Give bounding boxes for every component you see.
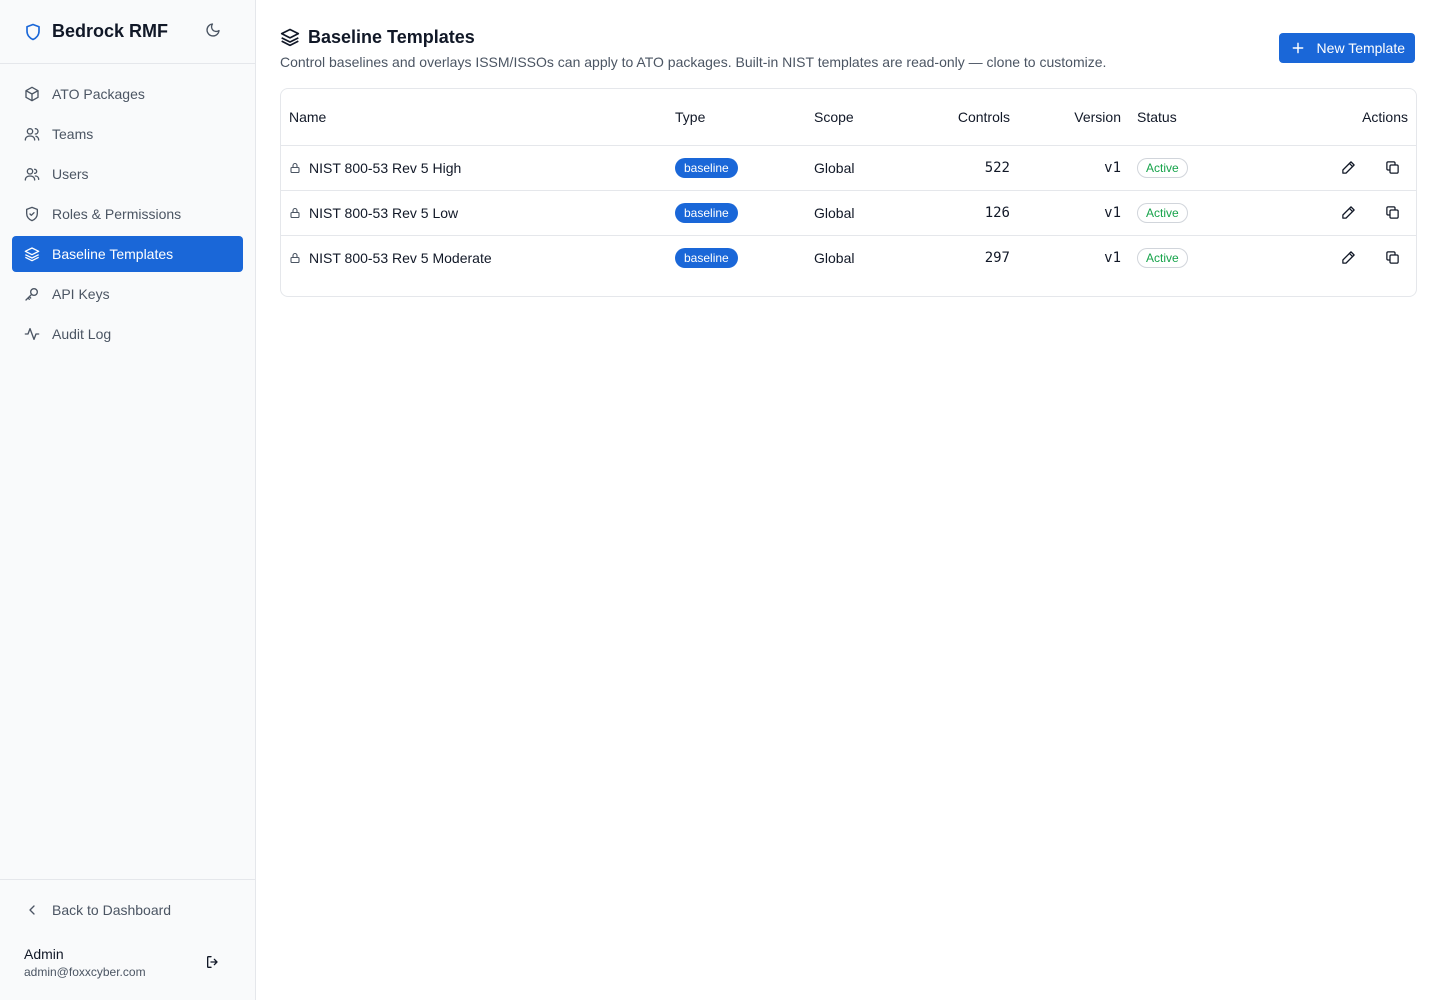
- sidebar-item-users[interactable]: Users: [12, 156, 243, 192]
- back-to-dashboard-label: Back to Dashboard: [52, 902, 172, 918]
- scope-cell: Global: [814, 249, 855, 266]
- lock-icon: [289, 162, 301, 174]
- templates-table-card: Name Type Scope Controls Version Status …: [280, 88, 1417, 297]
- layers-icon: [280, 26, 302, 48]
- page-header: Baseline Templates Control baselines and…: [280, 0, 1416, 88]
- new-template-label: New Template: [1316, 40, 1405, 56]
- type-badge: baseline: [675, 157, 738, 178]
- copy-icon[interactable]: [1376, 199, 1408, 227]
- template-name: NIST 800-53 Rev 5 High: [309, 159, 462, 176]
- plus-icon: [1291, 41, 1305, 55]
- moon-icon[interactable]: [205, 22, 223, 40]
- sidebar-item-label: Audit Log: [52, 326, 112, 342]
- template-name: NIST 800-53 Rev 5 Low: [309, 204, 459, 221]
- sidebar-item-label: ATO Packages: [52, 86, 145, 102]
- type-badge: baseline: [675, 202, 738, 223]
- column-header-version[interactable]: Version: [1018, 89, 1129, 146]
- shield-logo-icon: [24, 22, 44, 42]
- page-title: Baseline Templates: [308, 26, 475, 47]
- back-to-dashboard-link[interactable]: Back to Dashboard: [0, 880, 255, 940]
- sidebar-item-ato-packages[interactable]: ATO Packages: [12, 76, 243, 112]
- table-row[interactable]: NIST 800-53 Rev 5 High baseline Global 5…: [281, 145, 1416, 191]
- logout-icon[interactable]: [205, 954, 223, 972]
- templates-table: Name Type Scope Controls Version Status …: [281, 89, 1416, 280]
- user-name: Admin: [24, 946, 64, 962]
- layers-icon: [24, 246, 40, 262]
- column-header-type[interactable]: Type: [667, 89, 806, 146]
- shield-check-icon: [24, 206, 40, 222]
- scope-cell: Global: [806, 190, 916, 236]
- version-cell: v1: [1018, 190, 1129, 236]
- version-cell: v1: [1104, 249, 1121, 266]
- sidebar-item-label: Teams: [52, 126, 94, 142]
- sidebar: Bedrock RMF ATO Packages Teams Users Rol…: [0, 0, 256, 1000]
- sidebar-item-teams[interactable]: Teams: [12, 116, 243, 152]
- table-row[interactable]: NIST 800-53 Rev 5 Moderate baseline Glob…: [281, 235, 1416, 280]
- sidebar-item-api-keys[interactable]: API Keys: [12, 276, 243, 312]
- status-badge: Active: [1137, 247, 1188, 268]
- key-icon: [24, 286, 40, 302]
- controls-cell: 522: [916, 145, 1018, 191]
- copy-icon[interactable]: [1376, 154, 1408, 182]
- sidebar-footer: Back to Dashboard Admin admin@foxxcyber.…: [0, 879, 255, 1000]
- page-subtitle: Control baselines and overlays ISSM/ISSO…: [280, 54, 1107, 70]
- sidebar-item-label: Roles & Permissions: [52, 206, 182, 222]
- teams-icon: [24, 126, 40, 142]
- user-email: admin@foxxcyber.com: [24, 965, 146, 979]
- users-icon: [24, 166, 40, 182]
- status-badge: Active: [1137, 157, 1188, 178]
- version-cell: v1: [1018, 145, 1129, 191]
- edit-icon[interactable]: [1332, 154, 1364, 182]
- column-header-scope[interactable]: Scope: [806, 89, 916, 146]
- scope-cell: Global: [806, 145, 916, 191]
- controls-cell: 126: [916, 190, 1018, 236]
- controls-cell: 297: [984, 249, 1010, 266]
- status-badge: Active: [1137, 202, 1188, 223]
- activity-icon: [24, 326, 40, 342]
- type-badge: baseline: [675, 247, 738, 268]
- brand-header: Bedrock RMF: [0, 0, 255, 64]
- edit-icon[interactable]: [1332, 244, 1364, 272]
- sidebar-item-label: Baseline Templates: [52, 246, 174, 262]
- lock-icon: [289, 207, 301, 219]
- sidebar-item-audit-log[interactable]: Audit Log: [12, 316, 243, 352]
- template-name: NIST 800-53 Rev 5 Moderate: [309, 249, 492, 266]
- package-icon: [24, 86, 40, 102]
- table-header-row: Name Type Scope Controls Version Status …: [281, 89, 1416, 146]
- title-row: Baseline Templates: [280, 26, 475, 48]
- edit-icon[interactable]: [1332, 199, 1364, 227]
- column-header-status[interactable]: Status: [1129, 89, 1244, 146]
- app-name: Bedrock RMF: [52, 21, 169, 41]
- sidebar-nav: ATO Packages Teams Users Roles & Permiss…: [0, 64, 255, 368]
- sidebar-item-label: API Keys: [52, 286, 110, 302]
- lock-icon: [289, 252, 301, 264]
- column-header-name[interactable]: Name: [281, 89, 667, 146]
- sidebar-item-label: Users: [52, 166, 89, 182]
- user-panel: Admin admin@foxxcyber.com: [0, 940, 255, 1000]
- main-content: Baseline Templates Control baselines and…: [256, 0, 1440, 1000]
- sidebar-item-roles-permissions[interactable]: Roles & Permissions: [12, 196, 243, 232]
- copy-icon[interactable]: [1376, 244, 1408, 272]
- sidebar-item-baseline-templates[interactable]: Baseline Templates: [12, 236, 243, 272]
- table-row[interactable]: NIST 800-53 Rev 5 Low baseline Global 12…: [281, 190, 1416, 236]
- chevron-left-icon: [24, 902, 40, 918]
- new-template-button[interactable]: New Template: [1278, 33, 1415, 63]
- column-header-actions: Actions: [1243, 89, 1416, 146]
- column-header-controls[interactable]: Controls: [916, 89, 1018, 146]
